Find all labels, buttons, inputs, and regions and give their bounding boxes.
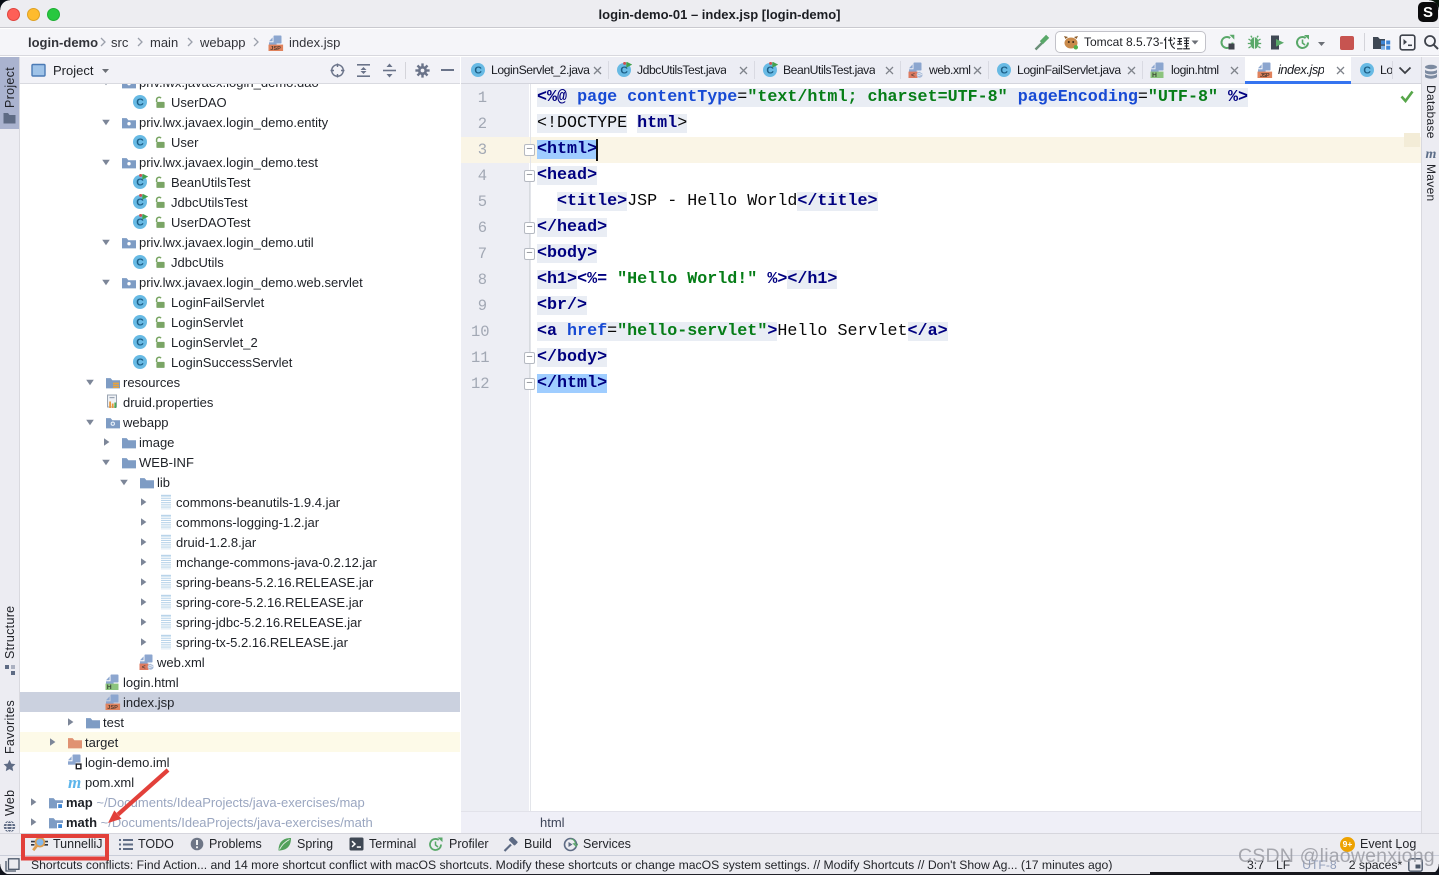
svg-text:JSP: JSP bbox=[107, 705, 118, 710]
svg-text:C: C bbox=[136, 97, 144, 109]
svg-text:H: H bbox=[1152, 72, 1157, 78]
svg-text:C: C bbox=[1363, 65, 1371, 77]
svg-text:C: C bbox=[1000, 65, 1008, 77]
svg-text:C: C bbox=[136, 357, 144, 369]
svg-text:C: C bbox=[136, 137, 144, 149]
svg-text:C: C bbox=[474, 65, 482, 77]
svg-text:C: C bbox=[136, 297, 144, 309]
svg-text:m: m bbox=[1426, 147, 1437, 161]
svg-text:C: C bbox=[136, 257, 144, 269]
svg-text:JSP: JSP bbox=[270, 46, 281, 51]
svg-text:<: < bbox=[142, 664, 146, 670]
svg-text:m: m bbox=[68, 774, 81, 790]
svg-text:JSP: JSP bbox=[1260, 73, 1270, 78]
svg-text:C: C bbox=[136, 317, 144, 329]
svg-text:H: H bbox=[107, 684, 112, 690]
svg-text:C: C bbox=[136, 337, 144, 349]
